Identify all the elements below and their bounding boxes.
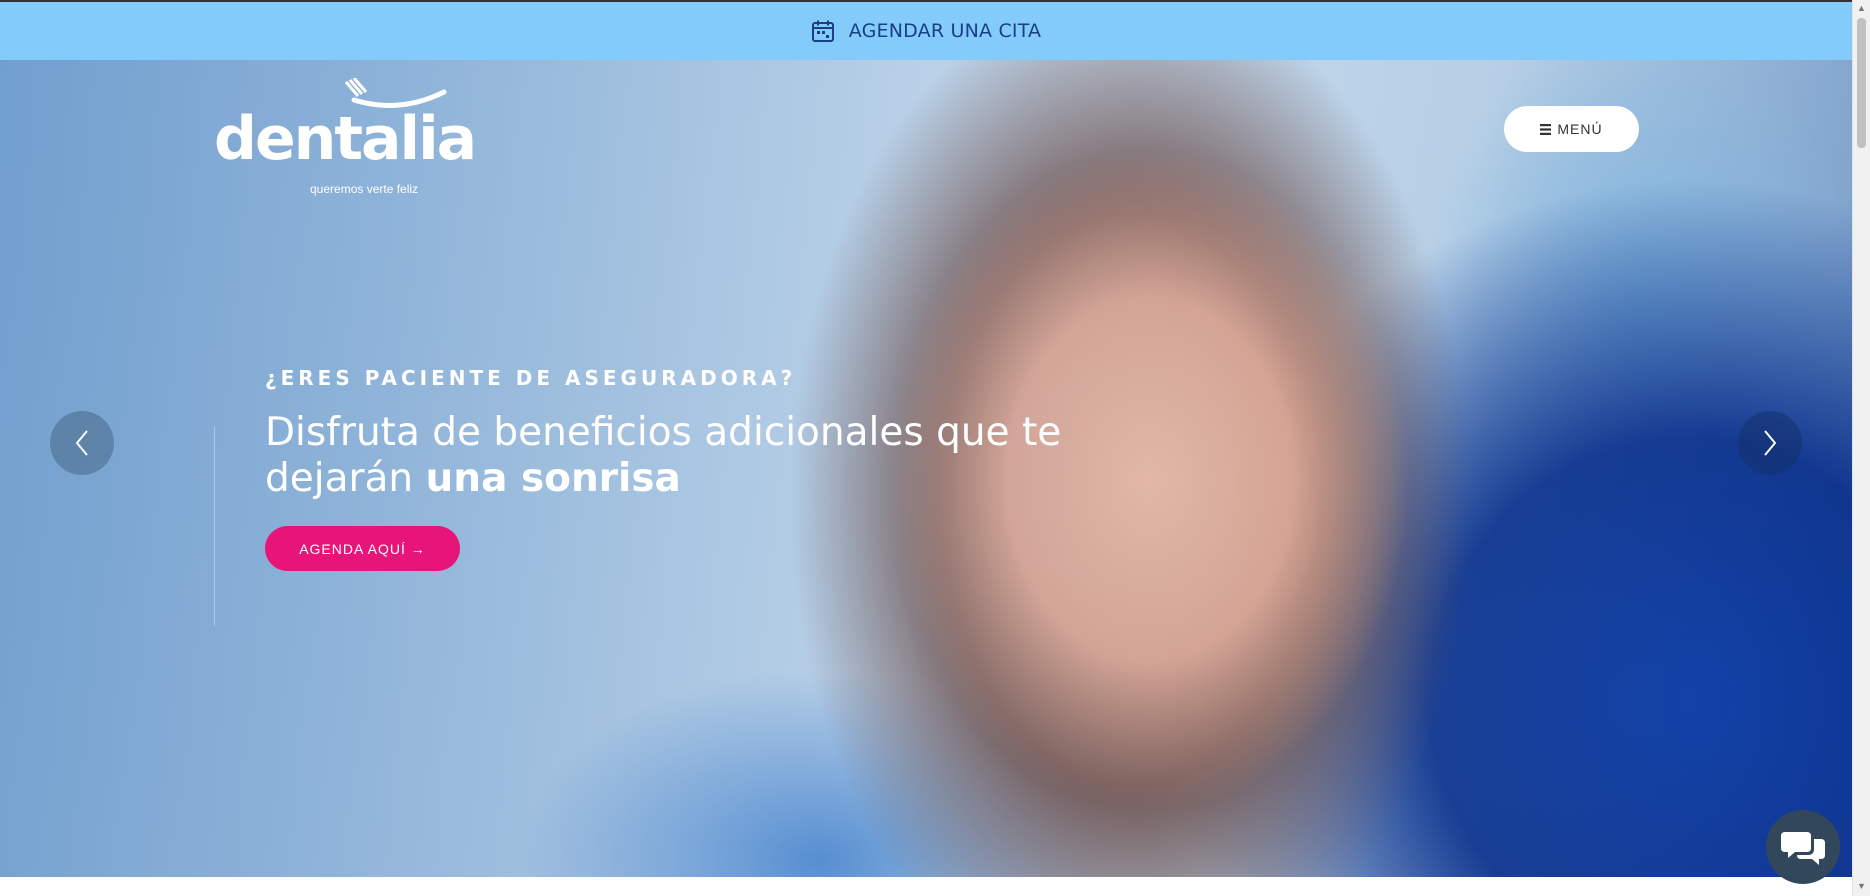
scroll-up-arrow-icon[interactable]: ▲	[1857, 4, 1866, 13]
content-divider-line	[214, 426, 215, 626]
chat-bubbles-icon	[1781, 832, 1825, 865]
calendar-icon	[811, 20, 834, 42]
menu-button[interactable]: MENÚ	[1504, 106, 1639, 152]
hero-headline: Disfruta de beneficios adicionales que t…	[265, 410, 1085, 502]
logo-tagline: queremos verte feliz	[310, 182, 419, 196]
hamburger-icon	[1540, 123, 1552, 135]
agenda-aqui-button[interactable]: AGENDA AQUÍ →	[265, 526, 460, 571]
logo-wordmark: dentalia	[214, 104, 477, 174]
scrollbar-thumb[interactable]	[1857, 18, 1866, 148]
menu-label: MENÚ	[1557, 121, 1603, 137]
appointment-bar[interactable]: AGENDAR UNA CITA	[0, 0, 1852, 60]
appointment-link[interactable]: AGENDAR UNA CITA	[849, 20, 1042, 42]
carousel-prev-button[interactable]	[50, 411, 114, 475]
chevron-right-icon	[1764, 430, 1777, 456]
vertical-scrollbar[interactable]: ▲ ▼	[1852, 0, 1870, 896]
hero-banner: dentalia queremos verte feliz MENÚ ¿ERES…	[0, 60, 1852, 877]
carousel-next-button[interactable]	[1738, 411, 1802, 475]
scroll-down-arrow-icon[interactable]: ▼	[1857, 882, 1866, 891]
headline-emphasis: una sonrisa	[425, 456, 681, 501]
page-bottom-strip	[0, 877, 1852, 896]
chevron-left-icon	[75, 430, 88, 456]
chat-button[interactable]	[1766, 810, 1840, 884]
hero-eyebrow: ¿ERES PACIENTE DE ASEGURADORA?	[265, 366, 797, 390]
